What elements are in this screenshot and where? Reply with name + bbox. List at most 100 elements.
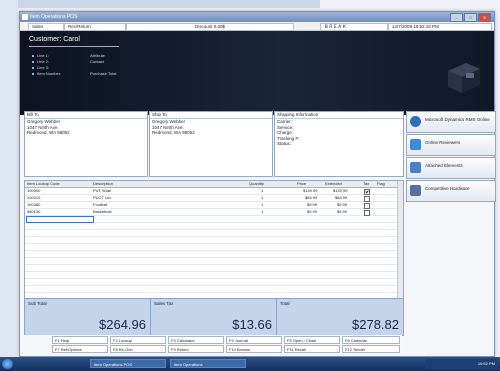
col-header[interactable]: Flag bbox=[377, 181, 385, 187]
table-row[interactable] bbox=[25, 237, 403, 244]
bill-to-panel[interactable]: Bill To Gregory Webber 1047 Ninth Ave. R… bbox=[24, 111, 148, 177]
f2-button[interactable]: F2 Lookup bbox=[110, 336, 166, 344]
grid-scrollbar[interactable] bbox=[397, 181, 403, 307]
table-row[interactable]: 100310 PUCT Lec 1 $84.99 $84.99 bbox=[25, 195, 403, 202]
f7-button[interactable]: F7 Ref/Options bbox=[52, 345, 108, 353]
f11-button[interactable]: F11 Recall bbox=[284, 345, 340, 353]
sales-tab[interactable]: Sales bbox=[28, 23, 64, 31]
banner-divider bbox=[29, 46, 119, 47]
discount-field[interactable]: Discount 0.00$ bbox=[126, 23, 294, 31]
customer-label[interactable]: Customer: Carol bbox=[29, 36, 80, 43]
cell-code: 100310 bbox=[27, 195, 41, 200]
cell-price: $9.99 bbox=[307, 202, 318, 207]
table-row[interactable]: 100380 Football 1 $9.99 $9.99 bbox=[25, 202, 403, 209]
cell-qty: 1 bbox=[261, 188, 264, 193]
f8-button[interactable]: F8 Re-Gen bbox=[110, 345, 166, 353]
datetime-field: 12/7/2009 10:52:16 PM bbox=[388, 23, 492, 31]
sales-tax-box: Sales Tax $13.66 bbox=[151, 299, 277, 335]
cell-desc: Football bbox=[93, 202, 108, 207]
rec-return-tab[interactable]: Rec/Return bbox=[64, 23, 126, 31]
competitive-hardware-button[interactable]: Competitive Hardware bbox=[406, 180, 496, 202]
table-row[interactable] bbox=[25, 258, 403, 265]
col-header[interactable]: Price bbox=[297, 181, 306, 187]
app-icon bbox=[22, 14, 28, 20]
f1-button[interactable]: F1 Help bbox=[52, 336, 108, 344]
total-value: $278.82 bbox=[352, 317, 399, 332]
col-header[interactable]: Extended bbox=[325, 181, 342, 187]
side-button-label: Online Reviewers bbox=[425, 140, 461, 145]
background-stripe bbox=[0, 0, 320, 8]
cell-ext: $84.99 bbox=[335, 195, 348, 200]
new-item-input[interactable] bbox=[26, 216, 94, 223]
f4-button[interactable]: F4 Journal bbox=[226, 336, 282, 344]
side-button-label: Microsoft Dynamics RMS Online bbox=[425, 117, 490, 122]
ship-to-line: Redmond, WA 98052 bbox=[152, 130, 195, 135]
table-row[interactable] bbox=[25, 223, 403, 230]
f9-button[interactable]: F9 Return bbox=[168, 345, 224, 353]
background-panel bbox=[0, 0, 18, 371]
table-row[interactable] bbox=[25, 244, 403, 251]
f10-button[interactable]: F10 Browse bbox=[226, 345, 282, 353]
subtotal-box: Sub Total $264.96 bbox=[25, 299, 151, 335]
rms-online-button[interactable]: Microsoft Dynamics RMS Online bbox=[406, 111, 496, 133]
items-grid[interactable]: Item Lookup Code Description Quantity Pr… bbox=[24, 180, 404, 308]
grid-header: Item Lookup Code Description Quantity Pr… bbox=[25, 181, 403, 188]
table-row[interactable] bbox=[25, 286, 403, 293]
cell-code: 100300 bbox=[27, 188, 41, 193]
f6-button[interactable]: F6 Calendar bbox=[342, 336, 400, 344]
subtotal-label: Sub Total bbox=[28, 301, 47, 306]
shipping-heading: Shipping Information bbox=[275, 112, 403, 119]
table-row[interactable] bbox=[25, 230, 403, 237]
table-row[interactable] bbox=[25, 265, 403, 272]
cell-qty: 1 bbox=[261, 195, 264, 200]
table-row[interactable] bbox=[25, 272, 403, 279]
hardware-icon bbox=[410, 185, 421, 196]
side-button-label: Attached Elements bbox=[425, 163, 463, 168]
window-title: Item Operations POS bbox=[30, 14, 78, 20]
people-icon bbox=[410, 139, 421, 150]
f3-button[interactable]: F3 Calculator bbox=[168, 336, 224, 344]
table-row[interactable] bbox=[25, 279, 403, 286]
ship-to-heading: Ship To bbox=[150, 112, 272, 119]
col-header[interactable]: Quantity bbox=[249, 181, 264, 187]
cell-price: $84.99 bbox=[305, 195, 318, 200]
total-label: Total bbox=[280, 301, 290, 306]
taskbar: Item Operations POS Item Operations 10:5… bbox=[0, 357, 500, 371]
maximize-button[interactable]: □ bbox=[464, 13, 477, 22]
attached-elements-button[interactable]: Attached Elements bbox=[406, 157, 496, 179]
subtotal-value: $264.96 bbox=[99, 317, 146, 332]
document-icon bbox=[410, 162, 421, 173]
cell-ext: $9.99 bbox=[337, 202, 348, 207]
table-row[interactable]: 100300 PUT Wide 1 $149.99 $149.99 bbox=[25, 188, 403, 195]
cell-desc: PUCT Lec bbox=[93, 195, 112, 200]
cell-desc: Basketball bbox=[93, 209, 112, 214]
table-row[interactable] bbox=[25, 216, 403, 223]
cell-ext: $149.99 bbox=[333, 188, 348, 193]
cell-desc: PUT Wide bbox=[93, 188, 112, 193]
taskbar-item[interactable]: Item Operations POS bbox=[90, 359, 166, 368]
totals-bar: Sub Total $264.96 Sales Tax $13.66 Total… bbox=[24, 298, 404, 336]
ship-to-panel[interactable]: Ship To Gregory Webber 1047 Ninth Ave. R… bbox=[149, 111, 273, 177]
globe-icon bbox=[410, 116, 421, 127]
cell-qty: 1 bbox=[261, 202, 264, 207]
col-header[interactable]: Description bbox=[93, 181, 113, 187]
f12-button[interactable]: F12 Tender bbox=[342, 345, 400, 353]
taskbar-item[interactable]: Item Operations bbox=[170, 359, 246, 368]
title-bar[interactable]: Item Operations POS – □ ✕ bbox=[20, 12, 494, 22]
table-row[interactable]: 980130 Basketball 1 $9.99 $9.99 bbox=[25, 209, 403, 216]
table-row[interactable] bbox=[25, 251, 403, 258]
system-clock: 10:52 PM bbox=[426, 359, 498, 369]
minimize-button[interactable]: – bbox=[450, 13, 463, 22]
col-header[interactable]: Item Lookup Code bbox=[27, 181, 60, 187]
bill-to-heading: Bill To bbox=[25, 112, 147, 119]
shipping-panel[interactable]: Shipping Information Carrier: Service: C… bbox=[274, 111, 404, 177]
online-reviewers-button[interactable]: Online Reviewers bbox=[406, 134, 496, 156]
side-button-label: Competitive Hardware bbox=[425, 186, 470, 191]
shipping-line: Status: bbox=[277, 141, 292, 146]
close-button[interactable]: ✕ bbox=[478, 13, 491, 22]
col-header[interactable]: Tax bbox=[363, 181, 369, 187]
cell-price: $149.99 bbox=[303, 188, 318, 193]
f5-button[interactable]: F5 Open / Close bbox=[284, 336, 340, 344]
start-button[interactable] bbox=[2, 359, 13, 369]
function-keys: F1 Help F2 Lookup F3 Calculator F4 Journ… bbox=[24, 335, 402, 355]
